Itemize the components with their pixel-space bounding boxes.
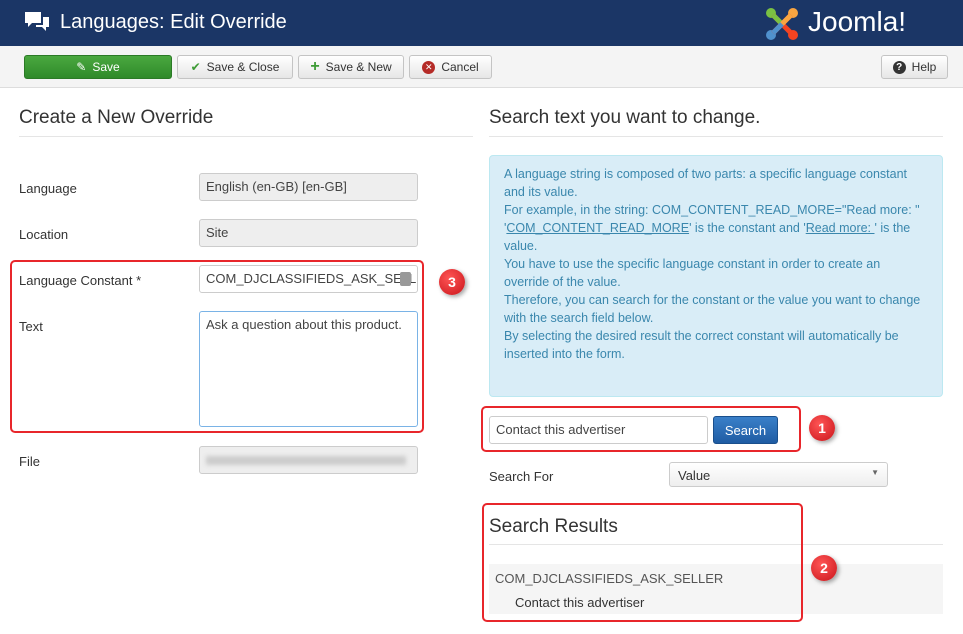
info-alert: A language string is composed of two par… <box>489 155 943 397</box>
language-label: Language <box>19 181 77 196</box>
help-icon: ? <box>892 60 906 74</box>
location-label: Location <box>19 227 69 242</box>
divider <box>489 136 943 137</box>
location-field: Site <box>199 219 418 247</box>
joomla-logo-icon <box>766 8 798 40</box>
value-example-link[interactable]: Read more: <box>806 221 875 235</box>
annotation-box-3 <box>10 260 424 433</box>
check-icon: ✔ <box>190 60 201 74</box>
save-close-button[interactable]: ✔ Save & Close <box>177 55 293 79</box>
annotation-box-2 <box>482 503 803 622</box>
create-override-heading: Create a New Override <box>19 107 214 128</box>
file-label: File <box>19 454 40 469</box>
search-for-label: Search For <box>489 469 554 484</box>
info-line: A language string is composed of two par… <box>504 167 908 199</box>
info-line: 'COM_CONTENT_READ_MORE' is the constant … <box>504 221 911 253</box>
language-field: English (en-GB) [en-GB] <box>199 173 418 201</box>
comments-icon <box>25 12 49 31</box>
help-button[interactable]: ? Help <box>881 55 948 79</box>
annotation-box-1 <box>481 406 801 452</box>
annotation-marker-1: 1 <box>809 415 835 441</box>
divider <box>19 136 473 137</box>
joomla-logo: Joomla! <box>808 6 907 37</box>
edit-icon: ✎ <box>76 60 87 74</box>
info-line: Therefore, you can search for the consta… <box>504 293 921 325</box>
cancel-button[interactable]: ✕ Cancel <box>409 55 492 79</box>
info-line: By selecting the desired result the corr… <box>504 329 899 361</box>
cancel-icon: ✕ <box>422 60 436 74</box>
save-new-button[interactable]: + Save & New <box>298 55 404 79</box>
search-heading: Search text you want to change. <box>489 107 761 128</box>
annotation-marker-2: 2 <box>811 555 837 581</box>
search-for-select[interactable]: Value ▼ <box>669 462 888 487</box>
save-button[interactable]: ✎ Save <box>24 55 172 79</box>
file-field <box>199 446 418 474</box>
annotation-marker-3: 3 <box>439 269 465 295</box>
page-title: Languages: Edit Override <box>60 11 287 33</box>
info-line: For example, in the string: COM_CONTENT_… <box>504 203 920 217</box>
plus-icon: + <box>310 58 320 75</box>
dropdown-arrow-icon: ▼ <box>871 468 879 477</box>
constant-example-link[interactable]: COM_CONTENT_READ_MORE <box>506 221 689 235</box>
info-line: You have to use the specific language co… <box>504 257 881 289</box>
